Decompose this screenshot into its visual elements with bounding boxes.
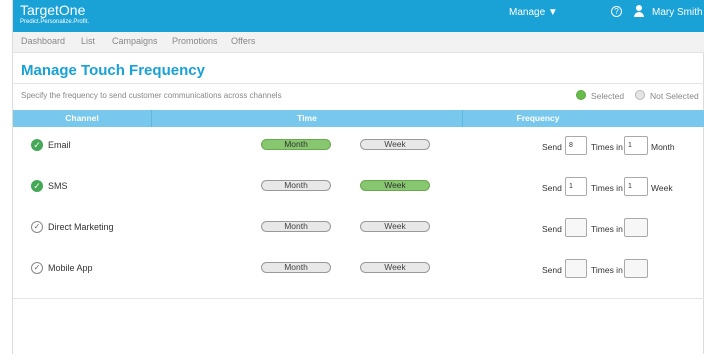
times-in-label: Times in xyxy=(591,142,623,152)
nav-offers[interactable]: Offers xyxy=(231,36,255,46)
send-label: Send xyxy=(542,183,562,193)
nav-list[interactable]: List xyxy=(81,36,95,46)
brand-tagline: Predict.Personalize.Profit. xyxy=(20,19,90,25)
send-label: Send xyxy=(542,142,562,152)
week-toggle[interactable]: Week xyxy=(360,262,430,273)
check-circle-icon[interactable]: ✓ xyxy=(31,262,43,274)
month-toggle[interactable]: Month xyxy=(261,262,331,273)
channel-name: Direct Marketing xyxy=(48,222,114,232)
legend-selected-label: Selected xyxy=(591,91,625,101)
divider xyxy=(13,298,704,299)
brand-name: TargetOne xyxy=(20,2,86,18)
send-count-input[interactable] xyxy=(565,259,587,278)
week-toggle[interactable]: Week xyxy=(360,221,430,232)
nav-promotions[interactable]: Promotions xyxy=(172,36,218,46)
send-count-input[interactable]: 8 xyxy=(565,136,587,155)
main-nav: Dashboard List Campaigns Promotions Offe… xyxy=(13,32,704,53)
period-count-input[interactable] xyxy=(624,259,648,278)
period-count-input[interactable] xyxy=(624,218,648,237)
table-row: ✓ SMS Month Week Send 1 Times in 1 Week xyxy=(13,168,704,209)
nav-dashboard[interactable]: Dashboard xyxy=(21,36,65,46)
user-menu[interactable]: Mary Smith ▼ xyxy=(652,7,704,18)
column-header-channel: Channel xyxy=(13,110,152,127)
send-count-input[interactable]: 1 xyxy=(565,177,587,196)
user-icon xyxy=(634,5,644,17)
check-circle-icon[interactable]: ✓ xyxy=(31,221,43,233)
divider xyxy=(13,83,704,84)
legend-not-selected-label: Not Selected xyxy=(650,91,699,101)
week-toggle[interactable]: Week xyxy=(360,180,430,191)
help-icon[interactable]: ? xyxy=(611,6,622,17)
period-unit-label: Month xyxy=(651,142,675,152)
times-in-label: Times in xyxy=(591,183,623,193)
brand-logo[interactable]: TargetOne Predict.Personalize.Profit. xyxy=(20,2,89,26)
channel-name: Email xyxy=(48,140,71,150)
table-row: ✓ Direct Marketing Month Week Send Times… xyxy=(13,209,704,250)
send-count-input[interactable] xyxy=(565,218,587,237)
top-bar: TargetOne Predict.Personalize.Profit. Ma… xyxy=(13,0,704,32)
times-in-label: Times in xyxy=(591,224,623,234)
month-toggle[interactable]: Month xyxy=(261,180,331,191)
app-window: TargetOne Predict.Personalize.Profit. Ma… xyxy=(12,0,704,354)
period-count-input[interactable]: 1 xyxy=(624,177,648,196)
table-row: ✓ Email Month Week Send 8 Times in 1 Mon… xyxy=(13,127,704,168)
check-circle-icon[interactable]: ✓ xyxy=(31,139,43,151)
manage-menu[interactable]: Manage ▼ xyxy=(509,7,558,18)
page-title: Manage Touch Frequency xyxy=(21,62,205,79)
channel-name: SMS xyxy=(48,181,68,191)
column-header-time: Time xyxy=(152,110,463,127)
table-row: ✓ Mobile App Month Week Send Times in xyxy=(13,250,704,291)
channel-name: Mobile App xyxy=(48,263,93,273)
send-label: Send xyxy=(542,265,562,275)
period-count-input[interactable]: 1 xyxy=(624,136,648,155)
page-subtitle: Specify the frequency to send customer c… xyxy=(21,91,282,100)
not-selected-legend-icon xyxy=(635,90,645,100)
send-label: Send xyxy=(542,224,562,234)
check-circle-icon[interactable]: ✓ xyxy=(31,180,43,192)
week-toggle[interactable]: Week xyxy=(360,139,430,150)
times-in-label: Times in xyxy=(591,265,623,275)
nav-campaigns[interactable]: Campaigns xyxy=(112,36,158,46)
month-toggle[interactable]: Month xyxy=(261,139,331,150)
selected-legend-icon xyxy=(576,90,586,100)
table-header: Channel Time Frequency xyxy=(13,110,704,127)
period-unit-label: Week xyxy=(651,183,673,193)
month-toggle[interactable]: Month xyxy=(261,221,331,232)
column-header-frequency: Frequency xyxy=(516,113,560,123)
